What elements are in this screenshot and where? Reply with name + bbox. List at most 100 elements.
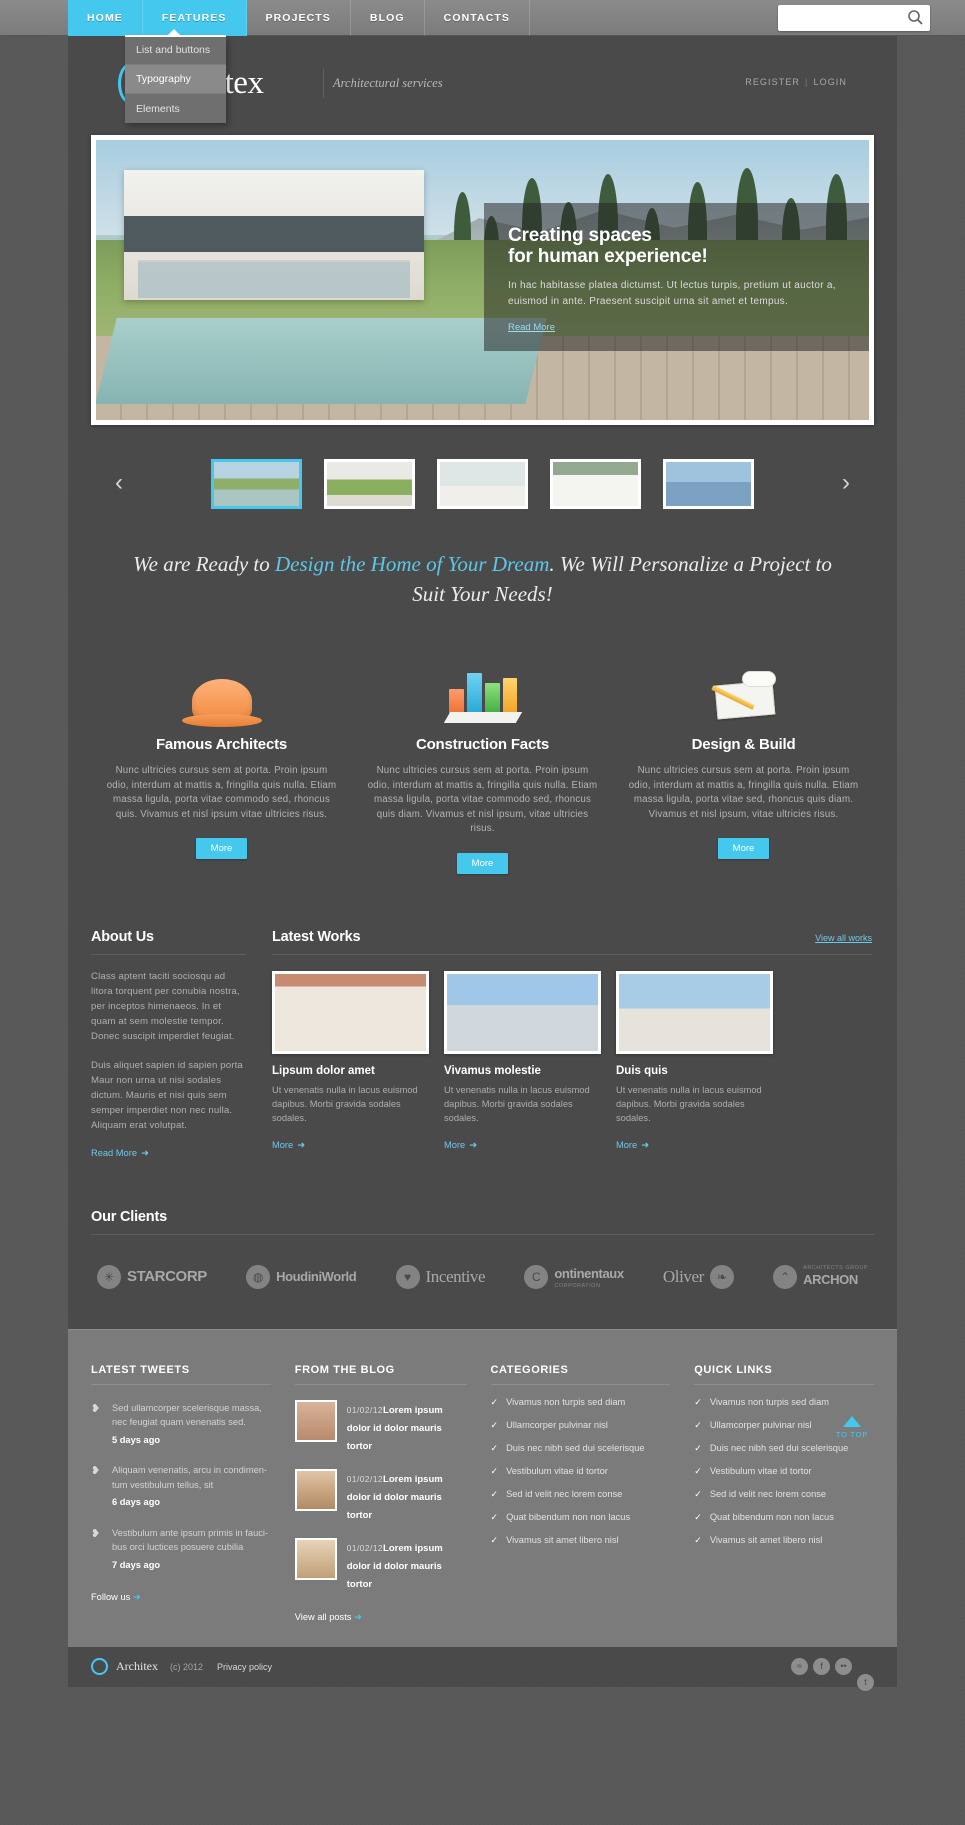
- work-more-link[interactable]: More ➜: [444, 1140, 477, 1151]
- work-thumbnail[interactable]: [444, 970, 601, 1054]
- check-icon: ✓: [694, 1465, 702, 1476]
- dropdown-item-list-and-buttons[interactable]: List and buttons: [125, 36, 226, 65]
- page-root: HOME FEATURES PROJECTS BLOG CONTACTS Lis…: [0, 0, 965, 1691]
- dropdown-item-typography[interactable]: Typography: [125, 65, 226, 94]
- slider-prev-arrow-icon[interactable]: ‹: [107, 471, 131, 496]
- blog-item[interactable]: 01/02/12Lorem ipsum dolor id dolor mauri…: [294, 1399, 467, 1454]
- rss-icon[interactable]: ≈: [791, 1657, 808, 1675]
- our-clients-heading: Our Clients: [91, 1209, 874, 1235]
- check-icon: ✓: [490, 1488, 499, 1499]
- hero-title-line1: Creating spaces: [508, 225, 652, 246]
- facebook-icon[interactable]: f: [813, 1657, 830, 1675]
- client-logo-starcorp[interactable]: ✳ STARCORP: [97, 1264, 207, 1289]
- work-item-3: Duis quis Ut venenatis nulla in lacus eu…: [616, 970, 773, 1153]
- slider-thumb-3[interactable]: [437, 459, 528, 509]
- client-logo-continentaux[interactable]: Continentaux CORPORATION: [524, 1264, 624, 1289]
- blog-item[interactable]: 01/02/12Lorem ipsum dolor id dolor mauri…: [294, 1537, 467, 1592]
- category-item[interactable]: ✓ Ullamcorper pulvinar nisl: [491, 1420, 671, 1431]
- arrow-icon: ➜: [641, 1139, 649, 1150]
- view-all-posts-link[interactable]: View all posts ➜: [295, 1612, 362, 1623]
- nav-item-projects[interactable]: PROJECTS: [247, 0, 351, 36]
- category-item[interactable]: ✓ Quat bibendum non non lacus: [491, 1512, 671, 1523]
- quick-link-item[interactable]: ✓ Sed id velit nec lorem conse: [694, 1489, 874, 1500]
- flickr-icon[interactable]: ••: [835, 1657, 852, 1675]
- dropdown-label: List and buttons: [136, 44, 211, 56]
- about-read-more-link[interactable]: Read More ➜: [91, 1148, 149, 1159]
- footer-column-latest-tweets: LATEST TWEETS ❥ Sed ullamcorper scelerisq…: [91, 1364, 271, 1625]
- tweet-item: ❥ Aliquam venenatis, arcu in condimen-tum…: [91, 1463, 271, 1510]
- work-thumbnail[interactable]: [616, 970, 773, 1054]
- category-label: Sed id velit nec lorem conse: [506, 1489, 623, 1499]
- client-logo-incentive[interactable]: ♥ Incentive: [395, 1264, 486, 1289]
- work-thumbnail[interactable]: [272, 970, 429, 1054]
- feature-more-button[interactable]: More: [456, 852, 509, 874]
- heart-icon: ♥: [395, 1264, 420, 1289]
- client-logo-archon[interactable]: ⌃ ARCHITECTS GROUP ARCHON: [773, 1264, 868, 1289]
- search-input[interactable]: [785, 6, 903, 30]
- slider-next-arrow-icon[interactable]: ›: [834, 471, 858, 496]
- feature-more-button[interactable]: More: [717, 838, 770, 859]
- nav-item-contacts[interactable]: CONTACTS: [425, 0, 531, 36]
- twitter-icon[interactable]: t: [857, 1673, 874, 1691]
- account-links: REGISTER | LOGIN: [745, 77, 847, 87]
- tagline-highlight: Design the Home of Your Dream: [275, 552, 550, 576]
- nav-label: HOME: [87, 12, 123, 24]
- category-label: Vivamus non turpis sed diam: [506, 1397, 626, 1407]
- login-link[interactable]: LOGIN: [813, 77, 847, 87]
- slider-thumb-1[interactable]: [211, 459, 302, 509]
- category-label: Vivamus sit amet libero nisl: [506, 1535, 619, 1545]
- work-more-link[interactable]: More ➜: [616, 1140, 649, 1151]
- nav-item-features[interactable]: FEATURES: [142, 0, 247, 36]
- quick-link-item[interactable]: ✓ Vivamus sit amet libero nisl: [694, 1535, 874, 1546]
- to-top-button[interactable]: TO TOP: [829, 1415, 875, 1439]
- quick-link-item[interactable]: ✓ Quat bibendum non non lacus: [694, 1512, 874, 1523]
- quick-link-item[interactable]: ✓ Duis nec nibh sed dui scelerisque: [694, 1443, 874, 1454]
- privacy-policy-link[interactable]: Privacy policy: [217, 1662, 272, 1672]
- tweet-item: ❥ Vestibulum ante ipsum primis in fauci-b…: [91, 1526, 271, 1573]
- latest-works-column: Latest Works View all works Lipsum dolor…: [272, 929, 872, 1161]
- link-label: Read More: [91, 1147, 137, 1158]
- blueprint-pencil-icon: [627, 655, 860, 723]
- footer-brand: Architex: [116, 1659, 158, 1673]
- category-item[interactable]: ✓ Vestibulum vitae id tortor: [491, 1466, 671, 1477]
- footer-heading: QUICK LINKS: [694, 1364, 875, 1385]
- nav-label: BLOG: [369, 12, 405, 24]
- tweet-time: 5 days ago: [112, 1434, 161, 1445]
- slider-thumb-5[interactable]: [663, 459, 754, 509]
- nav-item-blog[interactable]: BLOG: [351, 0, 425, 36]
- blog-date: 01/02/12: [346, 1404, 384, 1415]
- client-logo-houdiniworld[interactable]: ◍ HoudiniWorld: [246, 1264, 357, 1289]
- site-footer: TO TOP LATEST TWEETS ❥ Sed ullamcorper sc…: [68, 1328, 897, 1647]
- quick-link-item[interactable]: ✓ Vivamus non turpis sed diam: [694, 1397, 874, 1408]
- leaf-icon: ❧: [709, 1264, 734, 1289]
- tweet-time: 6 days ago: [112, 1497, 161, 1507]
- dropdown-item-elements[interactable]: Elements: [125, 94, 226, 123]
- client-logo-oliver[interactable]: Oliver ❧: [663, 1264, 734, 1289]
- work-title: Lipsum dolor amet: [272, 1064, 375, 1077]
- view-all-works-link[interactable]: View all works: [815, 933, 872, 943]
- avatar: [294, 1537, 337, 1580]
- blog-item[interactable]: 01/02/12Lorem ipsum dolor id dolor mauri…: [294, 1468, 467, 1523]
- category-label: Ullamcorper pulvinar nisl: [506, 1420, 608, 1430]
- slider-thumb-4[interactable]: [550, 459, 641, 509]
- nav-item-home[interactable]: HOME: [68, 0, 143, 36]
- slider-thumb-2[interactable]: [324, 459, 415, 509]
- feature-more-button[interactable]: More: [195, 838, 248, 859]
- footer-logo-icon: [91, 1658, 108, 1675]
- about-paragraph-2: Duis aliquet sapien id sapien porta Maur…: [91, 1059, 243, 1131]
- search-icon[interactable]: [907, 9, 924, 26]
- work-body: Ut venenatis nulla in lacus euismod dapi…: [444, 1084, 590, 1123]
- category-item[interactable]: ✓ Duis nec nibh sed dui scelerisque: [491, 1443, 671, 1454]
- register-link[interactable]: REGISTER: [745, 77, 800, 87]
- category-item[interactable]: ✓ Sed id velit nec lorem conse: [491, 1489, 671, 1500]
- category-item[interactable]: ✓ Vivamus non turpis sed diam: [491, 1397, 671, 1408]
- to-top-label: TO TOP: [835, 1429, 869, 1439]
- category-item[interactable]: ✓ Vivamus sit amet libero nisl: [491, 1535, 671, 1546]
- footer-heading: FROM THE BLOG: [294, 1364, 467, 1385]
- quick-link-item[interactable]: ✓ Vestibulum vitae id tortor: [694, 1466, 874, 1477]
- avatar: [294, 1399, 337, 1442]
- follow-us-link[interactable]: Follow us ➜: [91, 1592, 141, 1603]
- hero-read-more-link[interactable]: Read More: [508, 322, 555, 333]
- work-more-link[interactable]: More ➜: [272, 1140, 305, 1151]
- feature-card-construction-facts: Construction Facts Nunc ultricies cursus…: [352, 655, 613, 874]
